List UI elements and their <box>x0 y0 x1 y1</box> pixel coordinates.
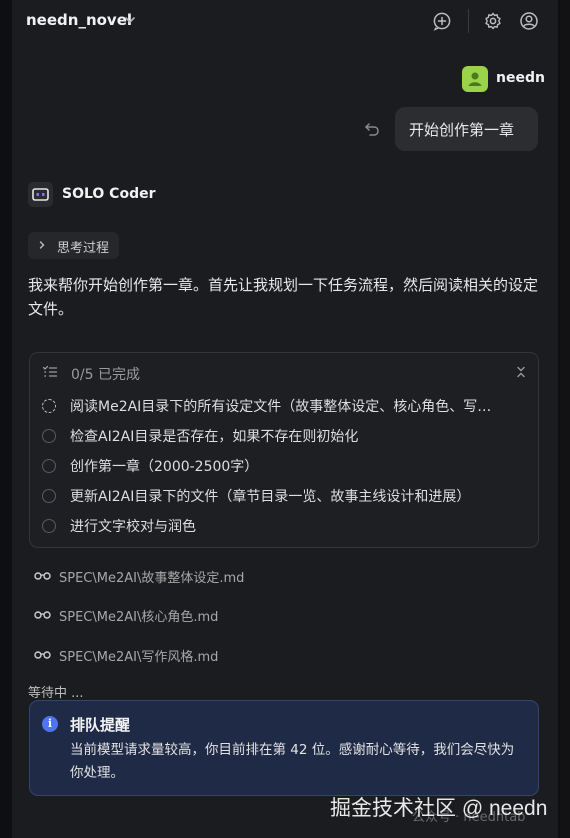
thinking-toggle[interactable]: 思考过程 <box>28 232 119 259</box>
user-name: needn <box>496 70 545 86</box>
file-read-item[interactable]: SPEC\Me2AI\写作风格.md <box>34 645 334 665</box>
file-path: SPEC\Me2AI\写作风格.md <box>59 650 219 665</box>
watermark: 掘金技术社区 @ needn <box>330 797 548 820</box>
chevron-down-icon[interactable] <box>123 13 137 27</box>
undo-icon[interactable] <box>363 120 381 138</box>
agent-reply-text: 我来帮你开始创作第一章。首先让我规划一下任务流程，然后阅读相关的设定文件。 <box>28 276 539 318</box>
glasses-icon <box>34 651 51 659</box>
thinking-label: 思考过程 <box>57 241 110 256</box>
file-read-item[interactable]: SPEC\Me2AI\核心角色.md <box>34 605 334 625</box>
agent-name: SOLO Coder <box>62 186 156 202</box>
glasses-icon <box>34 611 51 619</box>
todo-progress: 0/5 已完成 <box>71 367 140 383</box>
checklist-icon <box>42 365 58 377</box>
user-message-bubble: 开始创作第一章 <box>395 107 538 151</box>
scrollbar[interactable] <box>560 0 570 838</box>
todo-card: 0/5 已完成 阅读Me2AI目录下的所有设定文件（故事整体设定、核心角色、写…… <box>29 352 539 548</box>
todo-item: 创作第一章（2000-2500字） <box>42 454 526 478</box>
todo-item-text: 进行文字校对与润色 <box>70 519 196 535</box>
chat-header: needn_novel <box>12 0 558 42</box>
account-icon[interactable] <box>519 11 539 31</box>
todo-item-text: 更新AI2AI目录下的文件（章节目录一览、故事主线设计和进展） <box>70 489 471 505</box>
user-avatar-icon <box>468 72 482 86</box>
pending-circle-icon <box>42 459 56 473</box>
todo-item: 检查AI2AI目录是否存在，如果不存在则初始化 <box>42 424 526 448</box>
user-avatar <box>462 66 488 92</box>
todo-item: 阅读Me2AI目录下的所有设定文件（故事整体设定、核心角色、写… <box>42 394 526 418</box>
pending-circle-icon <box>42 489 56 503</box>
file-path: SPEC\Me2AI\核心角色.md <box>59 610 219 625</box>
notice-body: 当前模型请求量较高，你目前排在第 42 位。感谢耐心等待，我们会尽快为你处理。 <box>70 742 515 781</box>
user-message-text: 开始创作第一章 <box>409 121 515 139</box>
in-progress-spinner-icon <box>42 399 56 413</box>
todo-item-text: 创作第一章（2000-2500字） <box>70 459 259 475</box>
settings-icon[interactable] <box>483 11 503 31</box>
file-path: SPEC\Me2AI\故事整体设定.md <box>59 571 245 586</box>
waiting-status: 等待中 ... <box>28 686 84 701</box>
new-chat-icon[interactable] <box>432 11 452 31</box>
file-read-item[interactable]: SPEC\Me2AI\故事整体设定.md <box>34 566 334 586</box>
project-title[interactable]: needn_novel <box>26 11 132 29</box>
header-divider <box>468 9 469 33</box>
chevron-right-icon <box>39 241 45 249</box>
pending-circle-icon <box>42 429 56 443</box>
todo-item: 更新AI2AI目录下的文件（章节目录一览、故事主线设计和进展） <box>42 484 526 508</box>
glasses-icon <box>34 572 51 580</box>
todo-item-text: 检查AI2AI目录是否存在，如果不存在则初始化 <box>70 429 359 445</box>
todo-item-text: 阅读Me2AI目录下的所有设定文件（故事整体设定、核心角色、写… <box>70 399 492 415</box>
solo-logo-icon <box>28 182 53 207</box>
pending-circle-icon <box>42 519 56 533</box>
info-icon: i <box>42 716 58 732</box>
chat-panel: needn_novel needn 开始创作第一章 SOLO Coder 思考过… <box>12 0 558 838</box>
collapse-icon[interactable] <box>515 365 527 379</box>
todo-item: 进行文字校对与润色 <box>42 514 526 538</box>
notice-title: 排队提醒 <box>70 716 131 734</box>
queue-notice: i 排队提醒 当前模型请求量较高，你目前排在第 42 位。感谢耐心等待，我们会尽… <box>29 700 539 796</box>
